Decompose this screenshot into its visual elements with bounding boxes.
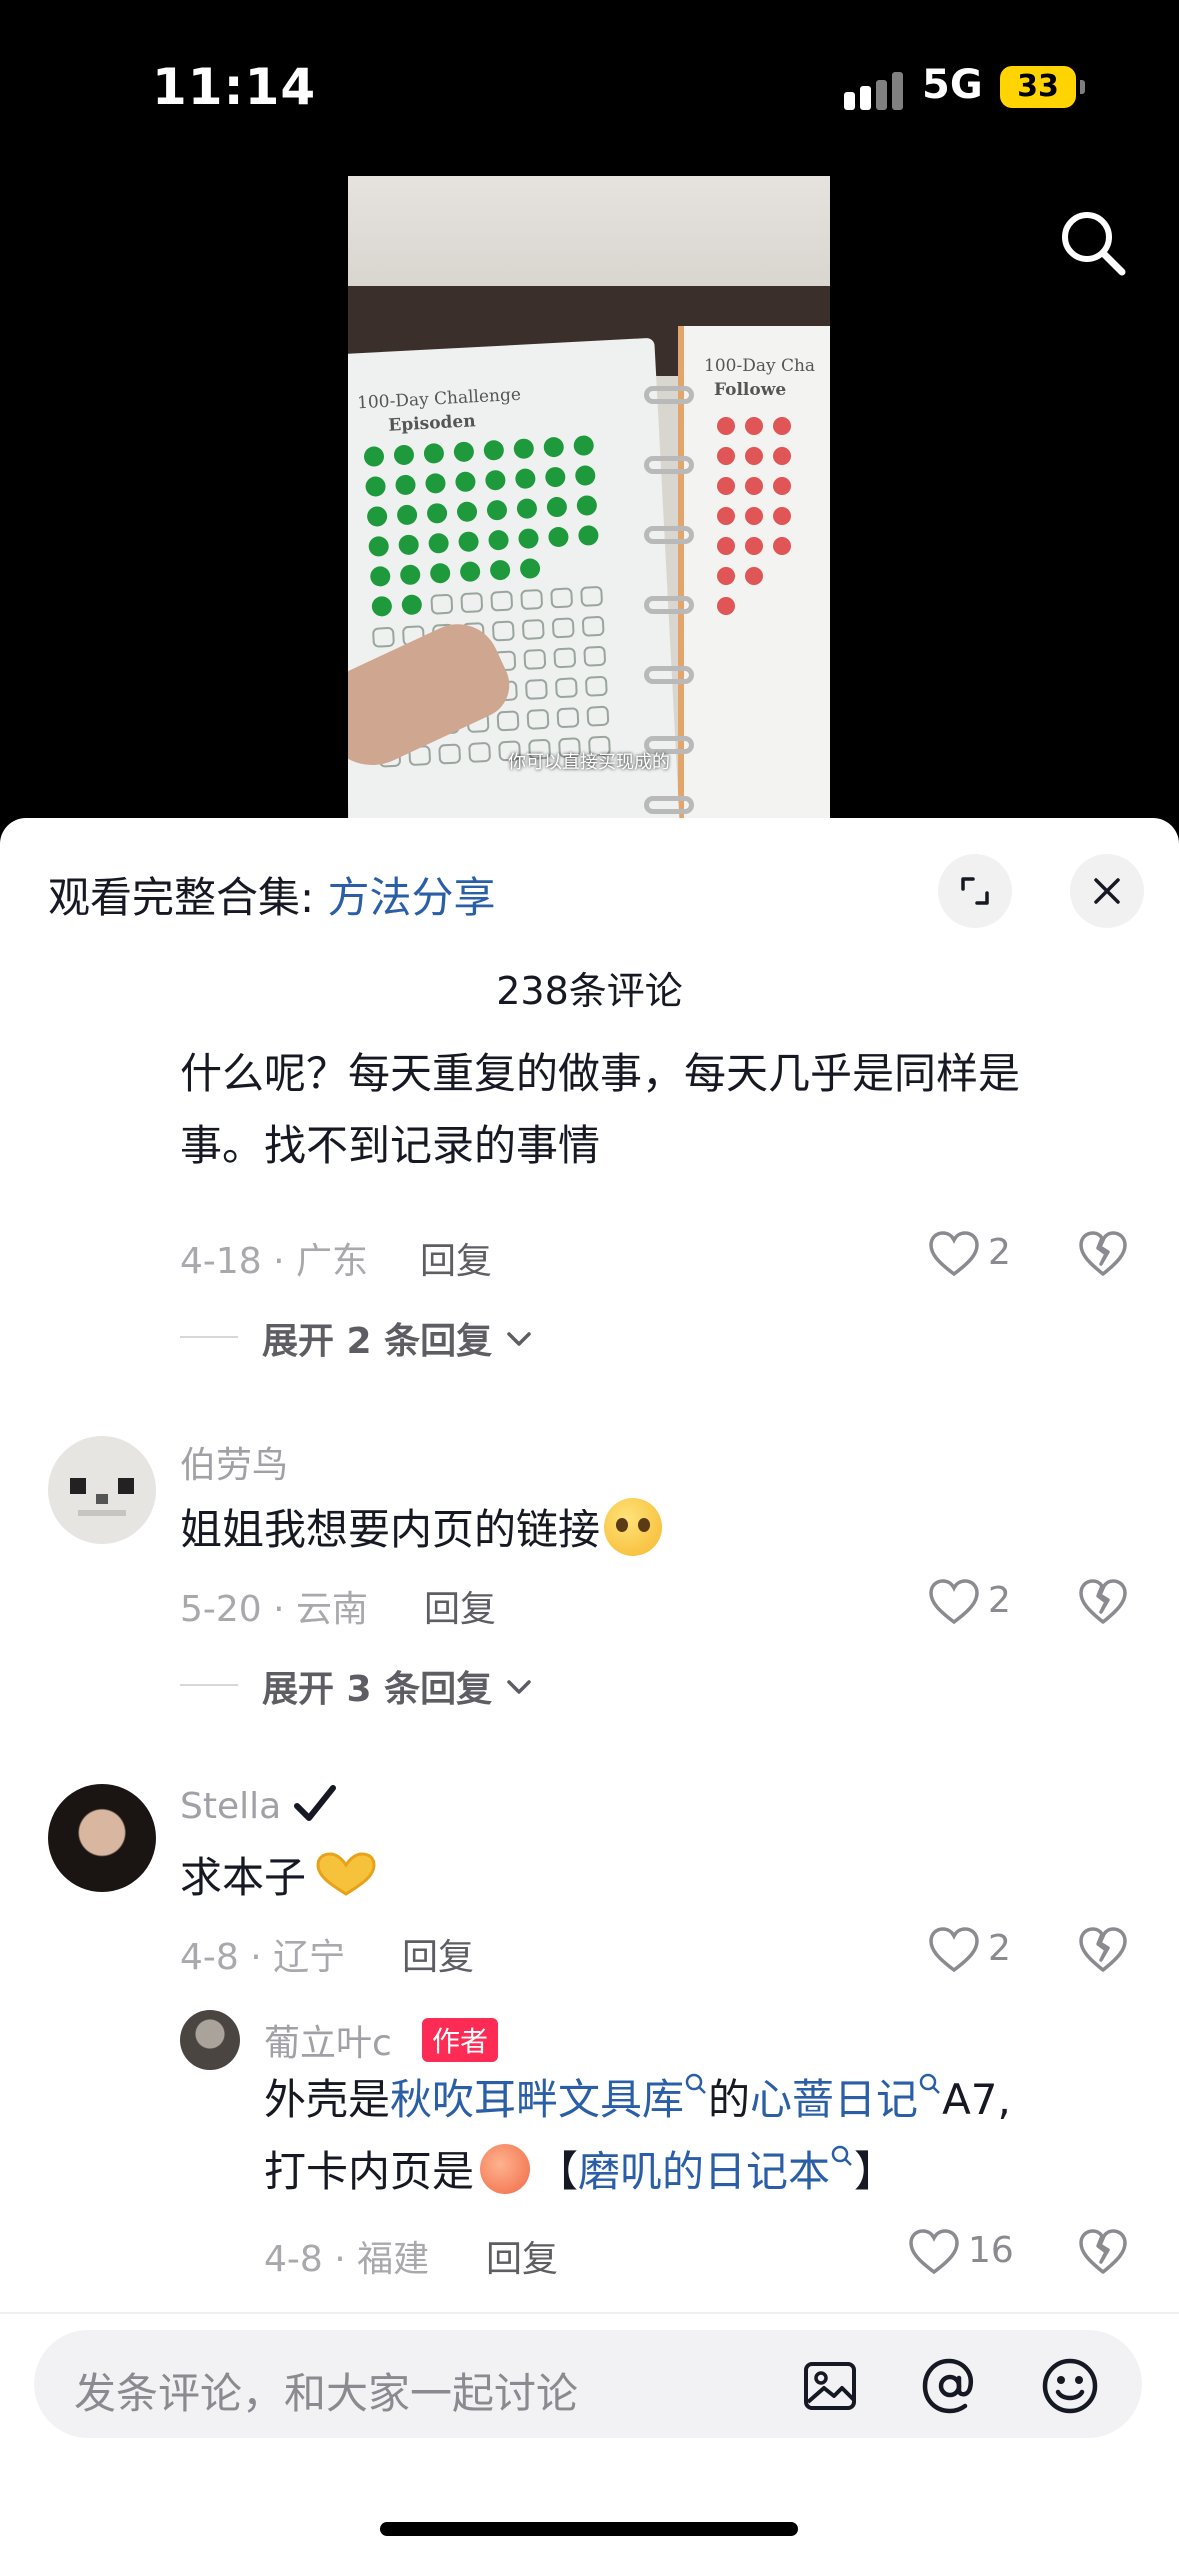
author-badge: 作者 xyxy=(422,2018,499,2062)
heart-icon[interactable] xyxy=(928,1230,980,1278)
collection-link[interactable]: 方法分享 xyxy=(328,873,496,922)
green-dots xyxy=(364,435,611,768)
dislike-icon[interactable] xyxy=(1078,1230,1128,1278)
expand-replies-button[interactable]: 展开 3 条回复 xyxy=(262,1660,533,1712)
heart-icon[interactable] xyxy=(908,2228,960,2276)
comment-input-placeholder: 发条评论，和大家一起讨论 xyxy=(74,2369,579,2418)
comment-text: 求本子 xyxy=(180,1842,380,1914)
pleading-emoji-icon xyxy=(604,1498,663,1556)
like-count: 16 xyxy=(968,2230,1014,2271)
avatar[interactable] xyxy=(48,1784,156,1892)
signal-icon xyxy=(844,70,904,110)
search-icon xyxy=(831,2145,852,2166)
username[interactable]: 葡立叶c xyxy=(264,2014,392,2066)
comment-meta: 4-18 · 广东 xyxy=(180,1241,369,1282)
network-type: 5G xyxy=(922,62,983,108)
like-count: 2 xyxy=(988,1928,1011,1969)
collection-prefix: 观看完整合集: xyxy=(48,873,328,922)
close-button[interactable] xyxy=(1070,854,1144,928)
avatar[interactable] xyxy=(180,2010,240,2070)
comment-meta: 4-8 · 辽宁 xyxy=(180,1937,346,1978)
close-icon xyxy=(1094,878,1120,904)
keyword-link[interactable]: 秋吹耳畔文具库 xyxy=(390,2075,684,2124)
comment-sheet: 观看完整合集: 方法分享 238条评论 什么呢？每天重复的做事，每天几乎是同样是… xyxy=(0,818,1179,2556)
comment-meta: 4-8 · 福建 xyxy=(264,2239,430,2280)
image-icon[interactable] xyxy=(802,2358,858,2414)
username[interactable]: 伯劳鸟 xyxy=(180,1436,288,1488)
heart-icon[interactable] xyxy=(928,1926,980,1974)
search-button[interactable] xyxy=(1056,206,1130,280)
collection-banner[interactable]: 观看完整合集: 方法分享 xyxy=(48,864,496,925)
search-icon xyxy=(919,2073,940,2094)
comment-text: 什么呢？每天重复的做事，每天几乎是同样是 事。找不到记录的事情 xyxy=(180,1049,1021,1170)
peach-emoji-icon xyxy=(480,2144,531,2194)
reply-button[interactable]: 回复 xyxy=(420,1232,492,1284)
comment-text: 姐姐我想要内页的链接 xyxy=(180,1494,663,1566)
username[interactable]: Stella xyxy=(180,1784,337,1827)
avatar[interactable] xyxy=(48,1436,156,1544)
expand-replies-button[interactable]: 展开 2 条回复 xyxy=(262,1312,533,1364)
comment-meta: 5-20 · 云南 xyxy=(180,1589,369,1630)
reply-button[interactable]: 回复 xyxy=(402,1928,474,1980)
chevron-down-icon xyxy=(506,1332,531,1346)
home-indicator xyxy=(380,2522,798,2536)
bird-avatar-icon xyxy=(70,1478,134,1516)
battery-icon: 33 xyxy=(1000,66,1085,108)
chevron-down-icon xyxy=(506,1680,531,1694)
video-subtitle: 你可以直接买现成的 xyxy=(508,752,670,773)
reply-button[interactable]: 回复 xyxy=(486,2230,558,2282)
status-time: 11:14 xyxy=(152,58,317,116)
dislike-icon[interactable] xyxy=(1078,2228,1128,2276)
keyword-link[interactable]: 心蔷日记 xyxy=(750,2075,918,2124)
reply-button[interactable]: 回复 xyxy=(424,1580,496,1632)
checkmark-icon xyxy=(293,1785,336,1821)
comment-count: 238条评论 xyxy=(496,969,683,1013)
keyword-link[interactable]: 磨叽的日记本 xyxy=(578,2147,830,2196)
dislike-icon[interactable] xyxy=(1078,1926,1128,1974)
emoji-icon[interactable] xyxy=(1040,2356,1100,2416)
search-icon xyxy=(685,2073,706,2094)
video-preview[interactable]: 100-Day Cha Followe 100-Day Challenge Ep… xyxy=(348,176,830,836)
dislike-icon[interactable] xyxy=(1078,1578,1128,1626)
like-count: 2 xyxy=(988,1580,1011,1621)
expand-button[interactable] xyxy=(938,854,1012,928)
heart-hands-emoji-icon xyxy=(316,1852,376,1896)
search-icon xyxy=(1062,212,1126,276)
expand-icon xyxy=(961,877,989,905)
comment-input-bar: 发条评论，和大家一起讨论 xyxy=(0,2312,1179,2556)
reply-text: 外壳是秋吹耳畔文具库 的心蔷日记 A7, 打卡内页是 【磨叽的日记本】 xyxy=(264,2064,1124,2208)
like-count: 2 xyxy=(988,1232,1011,1273)
mention-icon[interactable] xyxy=(920,2356,980,2416)
heart-icon[interactable] xyxy=(928,1578,980,1626)
